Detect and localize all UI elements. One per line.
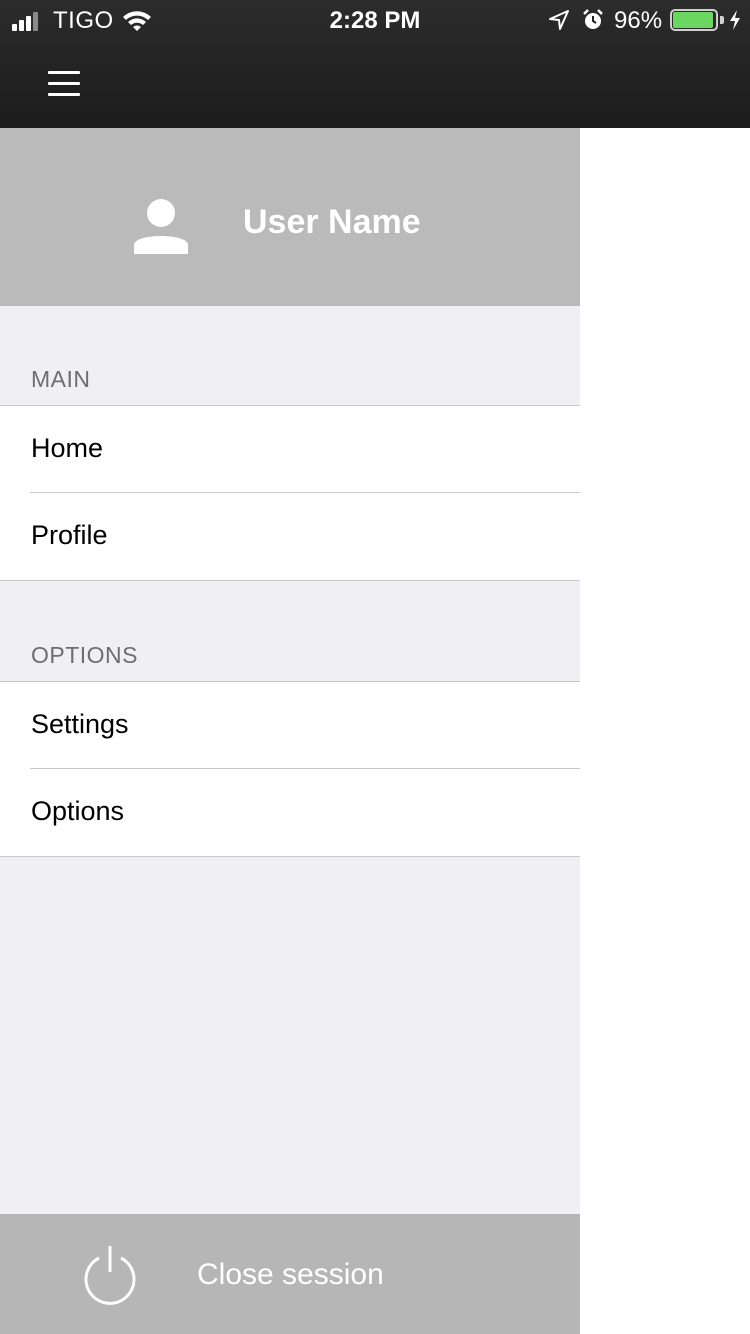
menu-group-main: Home Profile — [0, 405, 580, 581]
battery-icon — [670, 9, 724, 31]
menu-item-label: Home — [31, 433, 104, 463]
alarm-icon — [583, 9, 603, 29]
menu-item-home[interactable]: Home — [0, 406, 580, 493]
hamburger-menu-icon[interactable] — [44, 68, 84, 100]
menu-item-settings[interactable]: Settings — [0, 682, 580, 769]
user-avatar-icon — [134, 199, 188, 254]
close-session-button[interactable]: Close session — [0, 1214, 580, 1334]
location-arrow-icon — [549, 10, 569, 30]
menu-item-options[interactable]: Options — [0, 768, 580, 856]
charging-bolt-icon — [730, 10, 740, 30]
user-name: User Name — [243, 203, 421, 241]
menu-item-label: Profile — [31, 520, 108, 550]
close-session-label: Close session — [197, 1258, 384, 1291]
section-title-options: OPTIONS — [31, 642, 139, 668]
menu-item-profile[interactable]: Profile — [0, 492, 580, 580]
section-title-main: MAIN — [31, 366, 91, 392]
menu-group-options: Settings Options — [0, 681, 580, 857]
menu-item-label: Options — [31, 796, 125, 826]
menu-item-label: Settings — [31, 709, 129, 739]
status-bar: TIGO 2:28 PM 96% — [0, 0, 750, 40]
profile-header: User Name — [0, 128, 580, 306]
battery-percent: 96% — [614, 7, 663, 34]
side-drawer: User Name MAIN Home Profile OPTIONS Sett… — [0, 128, 580, 1334]
top-bar: TIGO 2:28 PM 96% — [0, 0, 750, 128]
power-icon — [84, 1246, 136, 1305]
